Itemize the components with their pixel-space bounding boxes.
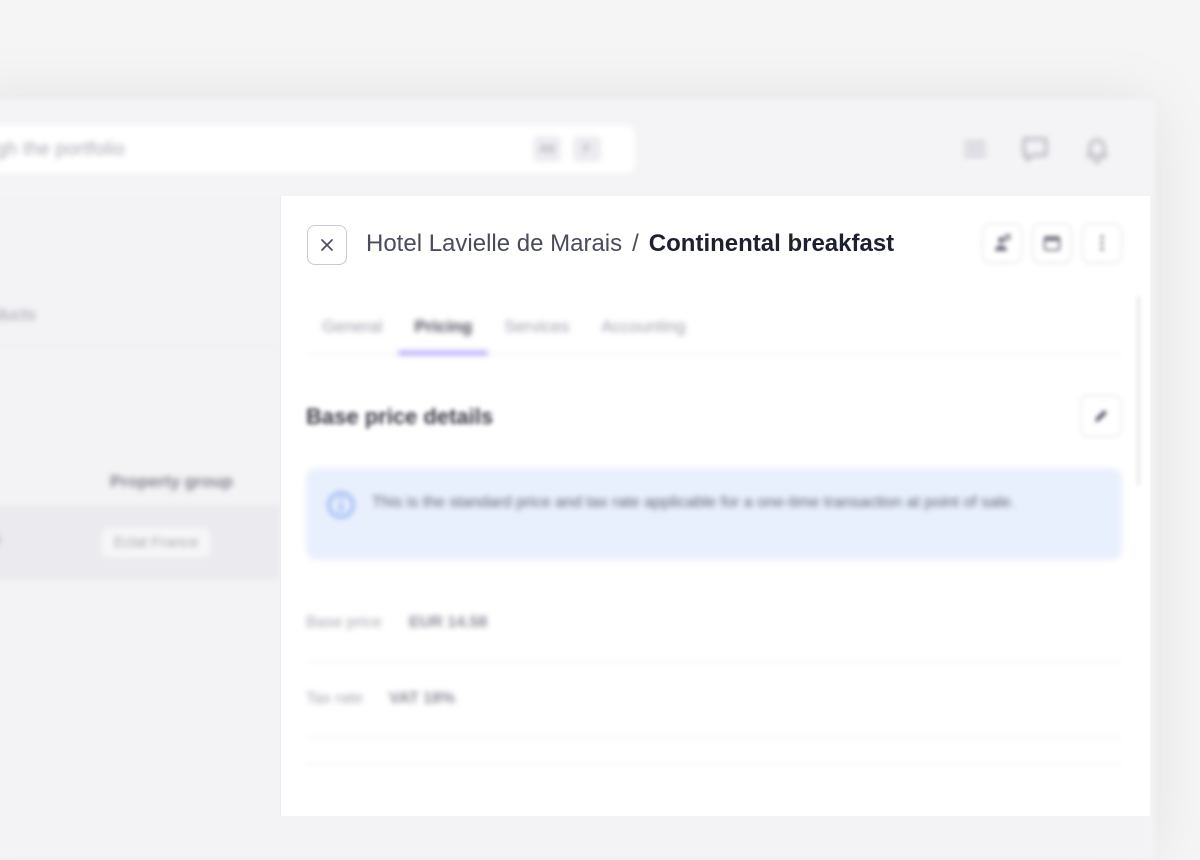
shortcut-key-alt: Alt bbox=[533, 136, 561, 162]
breadcrumb: Hotel Lavielle de Marais / Continental bre… bbox=[366, 229, 894, 259]
person-flag-icon bbox=[992, 233, 1012, 253]
base-price-label: Base price bbox=[306, 614, 382, 632]
tab-general[interactable]: General bbox=[306, 311, 398, 354]
drawer-scrollbar[interactable] bbox=[1137, 296, 1140, 486]
chat-icon[interactable] bbox=[1020, 134, 1050, 164]
assign-button[interactable] bbox=[982, 223, 1022, 263]
tab-accounting[interactable]: Accounting bbox=[585, 311, 701, 354]
shortcut-key-f: F bbox=[573, 136, 601, 162]
field-row-tax-rate: Tax rate VAT 18% bbox=[306, 662, 1122, 738]
breadcrumb-separator: / bbox=[632, 230, 639, 257]
menu-icon[interactable] bbox=[960, 134, 990, 164]
more-options-button[interactable] bbox=[1082, 223, 1122, 263]
drawer-tabs: General Pricing Services Accounting bbox=[306, 311, 1122, 355]
sidebar-list-label: roducts bbox=[0, 305, 36, 325]
property-group-tag: Eclat France bbox=[102, 528, 210, 557]
base-price-value: EUR 14.58 bbox=[409, 614, 487, 632]
field-row-base-price: Base price EUR 14.58 bbox=[306, 586, 1122, 662]
bell-icon[interactable] bbox=[1082, 134, 1112, 164]
sidebar-divider bbox=[0, 346, 280, 347]
search-bar[interactable]: gh the portfolio Alt F bbox=[0, 125, 635, 173]
pencil-icon bbox=[1092, 407, 1110, 425]
tax-rate-label: Tax rate bbox=[306, 690, 363, 708]
info-text: This is the standard price and tax rate … bbox=[372, 490, 1052, 516]
column-header-property-group[interactable]: Property group bbox=[110, 472, 233, 492]
header-actions bbox=[982, 223, 1122, 263]
close-button[interactable] bbox=[307, 225, 347, 265]
field-divider bbox=[306, 738, 1122, 764]
breadcrumb-current: Continental breakfast bbox=[649, 230, 894, 257]
edit-button[interactable] bbox=[1080, 395, 1122, 437]
top-bar: gh the portfolio Alt F bbox=[0, 100, 1155, 195]
calendar-button[interactable] bbox=[1032, 223, 1072, 263]
breadcrumb-parent[interactable]: Hotel Lavielle de Marais bbox=[366, 230, 622, 257]
close-icon bbox=[320, 238, 334, 252]
tab-services[interactable]: Services bbox=[488, 311, 585, 354]
tax-rate-value: VAT 18% bbox=[389, 690, 455, 708]
more-vertical-icon bbox=[1092, 233, 1112, 253]
section-title: Base price details bbox=[306, 404, 493, 430]
info-icon bbox=[326, 490, 356, 520]
calendar-icon bbox=[1042, 233, 1062, 253]
drawer-header: Hotel Lavielle de Marais / Continental bre… bbox=[281, 196, 1150, 291]
info-banner: This is the standard price and tax rate … bbox=[306, 468, 1122, 560]
detail-drawer: Hotel Lavielle de Marais / Continental bre… bbox=[280, 196, 1150, 816]
search-placeholder: gh the portfolio bbox=[0, 139, 125, 161]
tab-pricing[interactable]: Pricing bbox=[398, 311, 488, 354]
